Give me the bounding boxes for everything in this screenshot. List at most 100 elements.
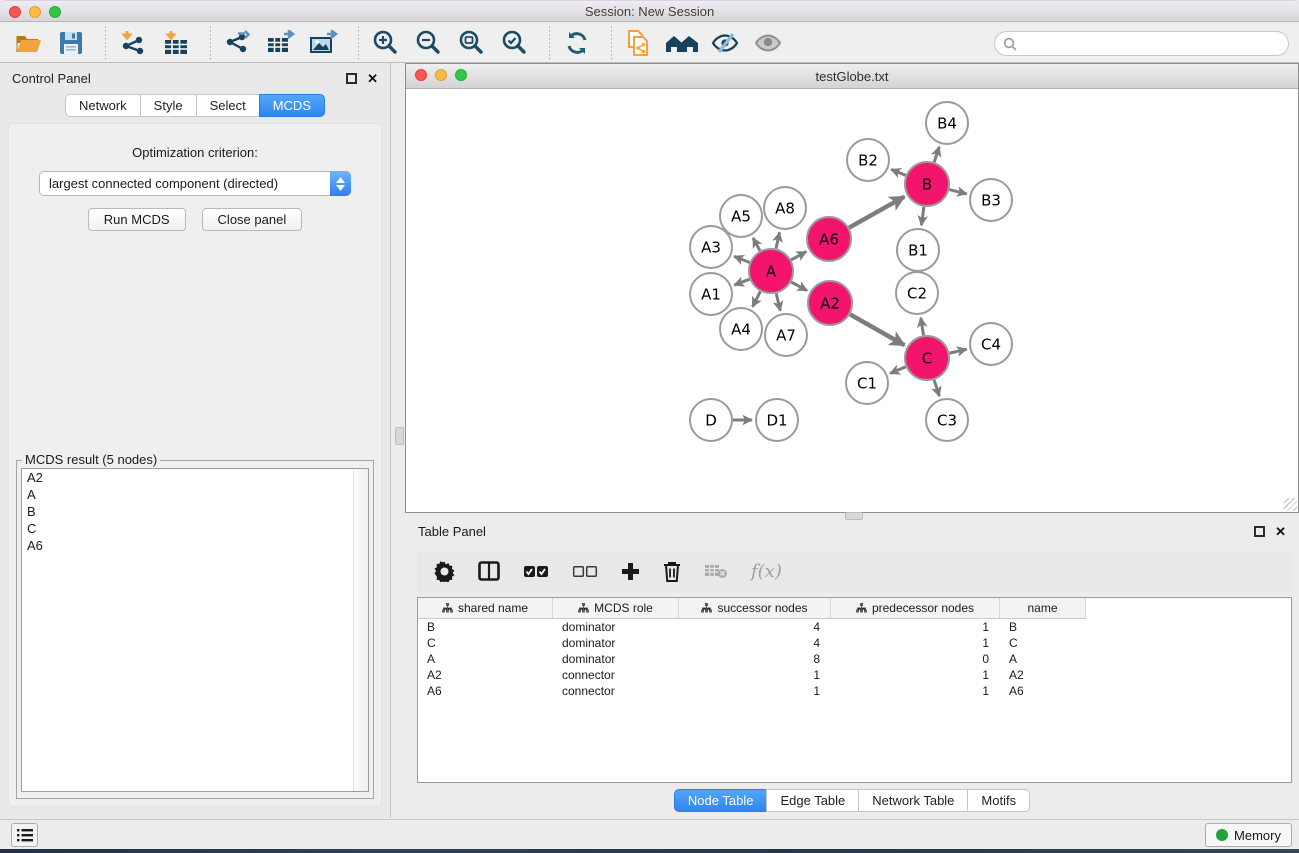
list-item[interactable]: A2: [22, 469, 368, 486]
new-network-from-selection-icon[interactable]: [621, 26, 657, 60]
main-toolbar: [0, 23, 1299, 63]
column-header[interactable]: predecessor nodes: [831, 598, 1000, 618]
graph-edge-B-B1[interactable]: [921, 207, 924, 225]
list-item[interactable]: B: [22, 503, 368, 520]
graph-node-label: B4: [937, 114, 957, 132]
graph-node-label: B1: [908, 241, 928, 259]
export-table-icon[interactable]: [263, 26, 299, 60]
delete-column-trash-icon[interactable]: [663, 561, 681, 582]
open-session-icon[interactable]: [10, 26, 46, 60]
network-canvas[interactable]: B4B2BB3A8A5A6A3B1AC2A1A2A4A7C4CC1C3DD1: [406, 90, 1298, 512]
add-column-icon[interactable]: [621, 562, 640, 581]
list-item[interactable]: A6: [22, 537, 368, 554]
zoom-out-icon[interactable]: [411, 26, 447, 60]
mcds-result-list[interactable]: A2 A B C A6: [21, 468, 369, 792]
graph-edge-C-C3[interactable]: [934, 380, 939, 396]
export-image-icon[interactable]: [306, 26, 342, 60]
graph-node-label: D1: [766, 411, 787, 429]
settings-gear-icon[interactable]: [434, 561, 455, 582]
graph-edge-C-C4[interactable]: [950, 349, 967, 353]
graph-edge-A2-C[interactable]: [850, 314, 904, 345]
tab-select[interactable]: Select: [196, 94, 260, 117]
table-row[interactable]: A6 connector 1 1 A6: [418, 683, 1291, 699]
toolbar-separator: [611, 26, 612, 60]
show-all-eye-icon[interactable]: [750, 26, 786, 60]
column-header[interactable]: shared name: [418, 598, 553, 618]
status-bar: Memory: [0, 819, 1299, 849]
graph-node-label: A6: [819, 230, 839, 248]
column-header[interactable]: name: [1000, 598, 1086, 618]
tab-network[interactable]: Network: [65, 94, 141, 117]
search-field[interactable]: [994, 31, 1289, 56]
graph-edge-B-B3[interactable]: [949, 190, 966, 194]
close-window-button[interactable]: [415, 69, 427, 81]
optimization-criterion-label: Optimization criterion:: [9, 145, 381, 160]
graph-edge-C-C2[interactable]: [921, 318, 924, 336]
graph-node-label: B2: [858, 151, 878, 169]
home-icon[interactable]: [664, 26, 700, 60]
column-header[interactable]: successor nodes: [679, 598, 831, 618]
close-panel-icon[interactable]: ✕: [1275, 525, 1286, 538]
scrollbar-track[interactable]: [353, 469, 368, 791]
tab-style[interactable]: Style: [140, 94, 197, 117]
graph-edge-A-A5[interactable]: [753, 238, 760, 251]
table-row[interactable]: A2 connector 1 1 A2: [418, 667, 1291, 683]
graph-edge-A-A7[interactable]: [776, 293, 780, 310]
graph-edge-B-B2[interactable]: [891, 169, 906, 175]
save-session-icon[interactable]: [53, 26, 89, 60]
graph-edge-A-A6[interactable]: [791, 252, 806, 260]
graph-edge-A-A4[interactable]: [753, 291, 761, 306]
float-panel-icon[interactable]: [1254, 526, 1265, 537]
graph-edge-B-B4[interactable]: [934, 147, 939, 162]
network-window-titlebar[interactable]: testGlobe.txt: [406, 64, 1298, 89]
zoom-selected-icon[interactable]: [497, 26, 533, 60]
list-item[interactable]: A: [22, 486, 368, 503]
criterion-dropdown[interactable]: largest connected component (directed): [39, 171, 351, 196]
graph-edge-A-A1[interactable]: [734, 279, 749, 285]
split-divider-handle[interactable]: [395, 427, 404, 445]
column-selector-icon[interactable]: [478, 561, 500, 581]
zoom-fit-icon[interactable]: [454, 26, 490, 60]
tab-network-table[interactable]: Network Table: [858, 789, 968, 812]
graph-edge-A-A2[interactable]: [791, 282, 807, 291]
column-header[interactable]: MCDS role: [553, 598, 679, 618]
minimize-window-button[interactable]: [435, 69, 447, 81]
close-panel-icon[interactable]: ✕: [367, 72, 378, 85]
hide-selected-eye-icon[interactable]: [707, 26, 743, 60]
refresh-icon[interactable]: [559, 26, 595, 60]
deselect-all-checkboxes-icon[interactable]: [572, 565, 598, 578]
import-table-icon[interactable]: [158, 26, 194, 60]
app-titlebar[interactable]: Session: New Session: [0, 0, 1299, 22]
window-resize-grip[interactable]: [1284, 498, 1297, 511]
float-panel-icon[interactable]: [346, 73, 357, 84]
graph-edge-A6-B[interactable]: [849, 197, 904, 228]
shared-column-icon: [856, 603, 867, 613]
export-network-icon[interactable]: [220, 26, 256, 60]
run-mcds-button[interactable]: Run MCDS: [88, 208, 186, 231]
graph-edge-A-A3[interactable]: [734, 256, 749, 262]
memory-button[interactable]: Memory: [1205, 823, 1292, 847]
table-row[interactable]: C dominator 4 1 C: [418, 635, 1291, 651]
search-input[interactable]: [1023, 36, 1288, 51]
tab-edge-table[interactable]: Edge Table: [766, 789, 859, 812]
zoom-in-icon[interactable]: [368, 26, 404, 60]
task-history-button[interactable]: [11, 823, 38, 847]
table-panel-tabs: Node Table Edge Table Network Table Moti…: [405, 789, 1299, 812]
table-row[interactable]: A dominator 8 0 A: [418, 651, 1291, 667]
tab-motifs[interactable]: Motifs: [967, 789, 1030, 812]
delete-table-icon[interactable]: [704, 563, 728, 579]
select-all-checkboxes-icon[interactable]: [523, 565, 549, 578]
graph-node-label: C4: [981, 335, 1001, 353]
graph-edge-A-A8[interactable]: [776, 232, 780, 248]
graph-node-label: A: [766, 262, 777, 280]
import-network-icon[interactable]: [115, 26, 151, 60]
function-builder-icon[interactable]: f(x): [751, 561, 782, 582]
table-row[interactable]: B dominator 4 1 B: [418, 619, 1291, 635]
graph-edge-C-C1[interactable]: [890, 367, 906, 374]
list-item[interactable]: C: [22, 520, 368, 537]
close-panel-button[interactable]: Close panel: [202, 208, 303, 231]
tab-node-table[interactable]: Node Table: [674, 789, 768, 812]
zoom-window-button[interactable]: [455, 69, 467, 81]
control-panel: Control Panel ✕ Network Style Select MCD…: [0, 63, 391, 818]
tab-mcds[interactable]: MCDS: [259, 94, 325, 117]
